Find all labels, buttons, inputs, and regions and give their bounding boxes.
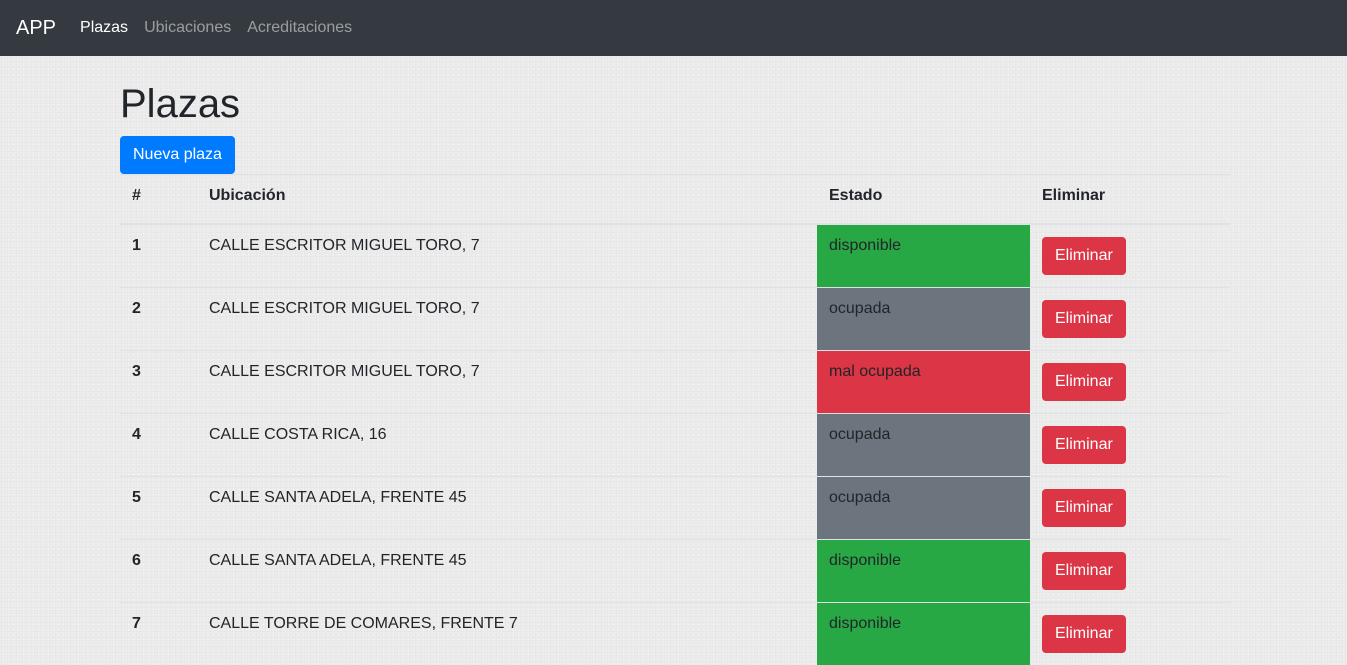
row-action: Eliminar [1030,477,1230,540]
row-action: Eliminar [1030,603,1230,665]
header-location: Ubicación [197,175,817,225]
row-location: CALLE ESCRITOR MIGUEL TORO, 7 [197,351,817,414]
row-action: Eliminar [1030,540,1230,603]
delete-button[interactable]: Eliminar [1042,363,1126,401]
table-row: 4 CALLE COSTA RICA, 16 ocupada Eliminar [120,414,1230,477]
plazas-table: # Ubicación Estado Eliminar 1 CALLE ESCR… [120,174,1230,665]
table-header: # Ubicación Estado Eliminar [120,175,1230,225]
row-location: CALLE TORRE DE COMARES, FRENTE 7 [197,603,817,665]
table-row: 5 CALLE SANTA ADELA, FRENTE 45 ocupada E… [120,477,1230,540]
brand-link[interactable]: APP [16,17,56,40]
row-state: mal ocupada [817,351,1030,414]
row-location: CALLE COSTA RICA, 16 [197,414,817,477]
row-id: 1 [120,224,197,288]
delete-button[interactable]: Eliminar [1042,552,1126,590]
header-id: # [120,175,197,225]
row-state: ocupada [817,477,1030,540]
row-location: CALLE ESCRITOR MIGUEL TORO, 7 [197,288,817,351]
table-row: 3 CALLE ESCRITOR MIGUEL TORO, 7 mal ocup… [120,351,1230,414]
table-row: 6 CALLE SANTA ADELA, FRENTE 45 disponibl… [120,540,1230,603]
row-state: disponible [817,603,1030,665]
delete-button[interactable]: Eliminar [1042,300,1126,338]
row-state: disponible [817,540,1030,603]
row-location: CALLE SANTA ADELA, FRENTE 45 [197,540,817,603]
row-id: 6 [120,540,197,603]
row-id: 3 [120,351,197,414]
row-state: ocupada [817,288,1030,351]
nav-link-plazas[interactable]: Plazas [72,19,136,37]
new-plaza-button[interactable]: Nueva plaza [120,136,235,174]
row-location: CALLE SANTA ADELA, FRENTE 45 [197,477,817,540]
delete-button[interactable]: Eliminar [1042,237,1126,275]
header-state: Estado [817,175,1030,225]
row-id: 2 [120,288,197,351]
delete-button[interactable]: Eliminar [1042,615,1126,653]
header-row: # Ubicación Estado Eliminar [120,175,1230,225]
row-action: Eliminar [1030,288,1230,351]
row-action: Eliminar [1030,351,1230,414]
row-id: 5 [120,477,197,540]
row-id: 7 [120,603,197,665]
row-action: Eliminar [1030,414,1230,477]
table-row: 7 CALLE TORRE DE COMARES, FRENTE 7 dispo… [120,603,1230,665]
top-navbar: APP Plazas Ubicaciones Acreditaciones [0,0,1347,56]
main-container: Plazas Nueva plaza # Ubicación Estado El… [120,56,1230,665]
table-row: 1 CALLE ESCRITOR MIGUEL TORO, 7 disponib… [120,224,1230,288]
table-body: 1 CALLE ESCRITOR MIGUEL TORO, 7 disponib… [120,224,1230,665]
delete-button[interactable]: Eliminar [1042,489,1126,527]
row-action: Eliminar [1030,224,1230,288]
row-state: disponible [817,224,1030,288]
delete-button[interactable]: Eliminar [1042,426,1126,464]
row-location: CALLE ESCRITOR MIGUEL TORO, 7 [197,224,817,288]
table-row: 2 CALLE ESCRITOR MIGUEL TORO, 7 ocupada … [120,288,1230,351]
page-title: Plazas [120,80,1230,128]
header-delete: Eliminar [1030,175,1230,225]
row-id: 4 [120,414,197,477]
nav-link-ubicaciones[interactable]: Ubicaciones [136,19,239,37]
row-state: ocupada [817,414,1030,477]
nav-link-acreditaciones[interactable]: Acreditaciones [239,19,360,37]
